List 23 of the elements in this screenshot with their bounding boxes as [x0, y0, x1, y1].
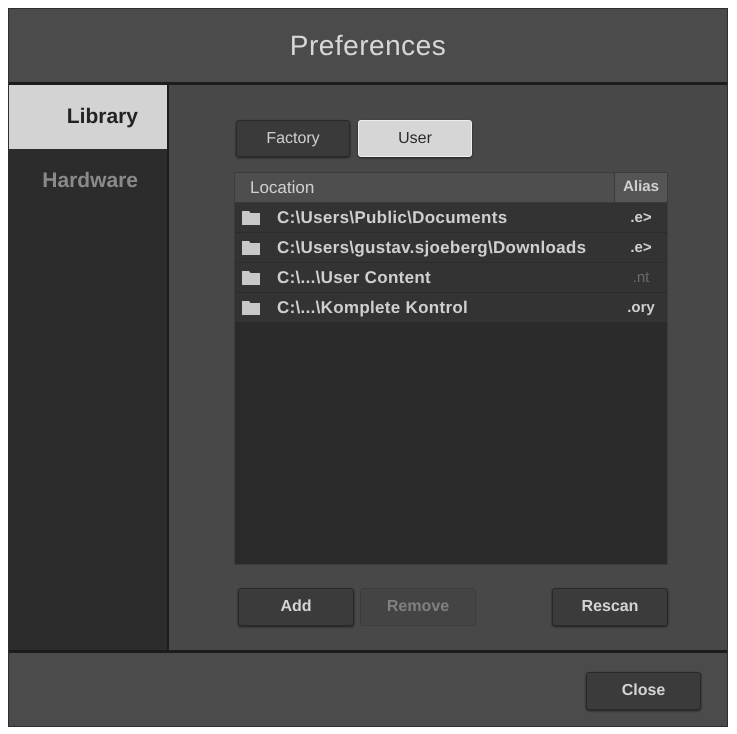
folder-icon — [242, 210, 260, 224]
location-cell-text: C:\Users\Public\Documents — [277, 208, 508, 228]
sidebar-item[interactable]: Library — [9, 85, 167, 149]
sidebar-item[interactable]: Hardware — [9, 149, 167, 213]
folder-icon — [242, 300, 260, 314]
window-title: Preferences — [290, 28, 446, 62]
action-button[interactable]: Rescan — [552, 588, 668, 626]
close-button[interactable]: Close — [586, 672, 701, 710]
location-cell-text: C:\...\Komplete Kontrol — [277, 298, 470, 318]
location-cell-text: C:\Users\gustav.sjoeberg\Downloads — [277, 238, 588, 258]
alias-cell-text: .e> — [629, 238, 653, 258]
folder-icon — [242, 240, 260, 254]
table-row[interactable]: C:\...\Komplete Kontrol .ory — [235, 293, 667, 323]
action-button[interactable]: Add — [238, 588, 354, 626]
source-tab[interactable]: Factory — [236, 120, 350, 157]
table-row[interactable]: C:\Users\Public\Documents .e> — [235, 203, 667, 233]
column-header[interactable]: Alias — [615, 173, 667, 202]
location-cell-text: C:\...\User Content — [277, 268, 432, 288]
source-tab[interactable]: User — [358, 120, 472, 157]
alias-cell-text: .e> — [629, 208, 653, 228]
folder-icon — [242, 270, 260, 284]
alias-cell-text: .ory — [626, 298, 656, 318]
table-row[interactable]: C:\Users\gustav.sjoeberg\Downloads .e> — [235, 233, 667, 263]
